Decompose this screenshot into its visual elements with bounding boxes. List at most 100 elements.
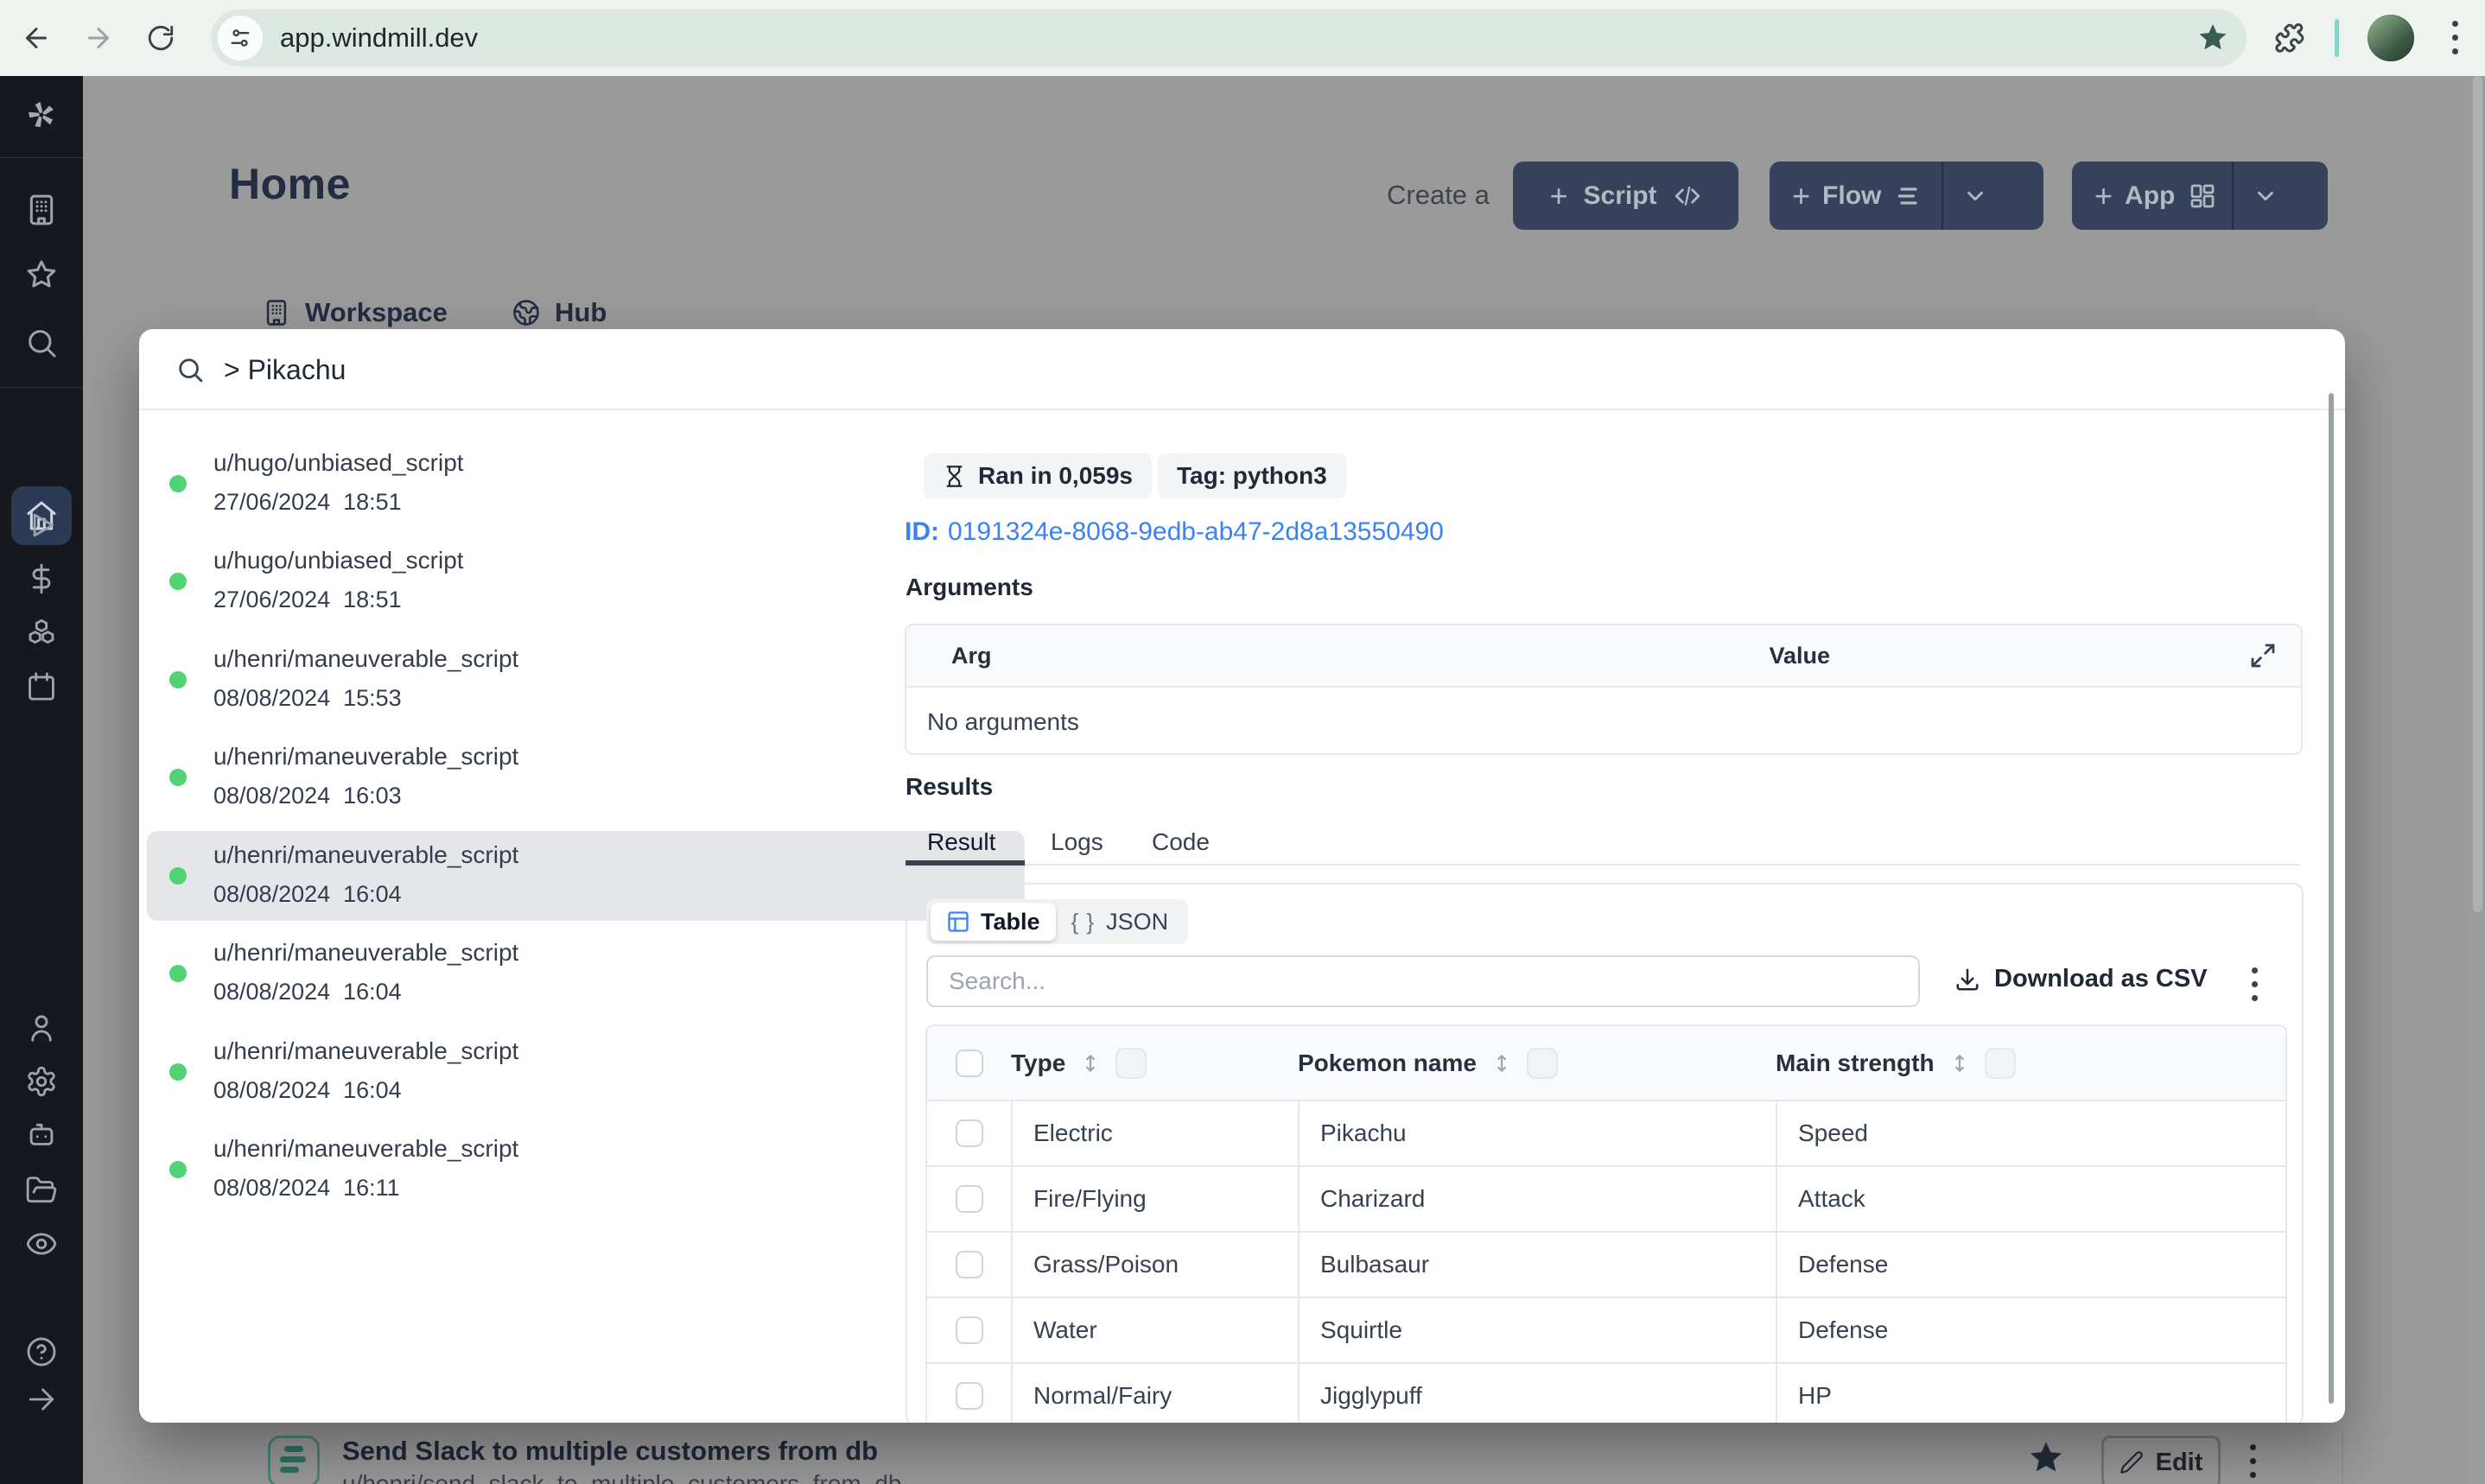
edit-button[interactable]: Edit (2101, 1436, 2221, 1484)
run-list-item[interactable]: u/henri/maneuverable_script 08/08/2024 1… (147, 635, 1025, 725)
sort-icon[interactable] (1490, 1052, 1513, 1075)
url-bar[interactable] (211, 10, 2247, 67)
cell-name: Charizard (1298, 1167, 1776, 1231)
table-row[interactable]: Electric Pikachu Speed (927, 1101, 2285, 1167)
run-list-item[interactable]: u/henri/maneuverable_script 08/08/2024 1… (147, 929, 1025, 1018)
sort-icon[interactable] (1079, 1052, 1102, 1075)
modal-scrollbar-thumb[interactable] (2329, 393, 2334, 1404)
sidebar-item-workers[interactable] (0, 1112, 83, 1160)
run-list-item[interactable]: u/hugo/unbiased_script 27/06/2024 18:51 (147, 439, 1025, 529)
column-filter-box[interactable] (1526, 1047, 1558, 1079)
cell-strength: HP (1776, 1364, 2285, 1423)
row-checkbox[interactable] (955, 1119, 983, 1147)
run-list-item[interactable]: u/hugo/unbiased_script 27/06/2024 18:51 (147, 536, 1025, 626)
type-column-header: Type (1011, 1049, 1066, 1076)
browser-forward-button[interactable] (74, 14, 123, 62)
run-date: 08/08/2024 15:53 (213, 685, 402, 711)
run-path: u/henri/maneuverable_script (213, 645, 519, 672)
tab-logs[interactable]: Logs (1051, 828, 1103, 856)
run-list-item[interactable]: u/henri/maneuverable_script 08/08/2024 1… (147, 1125, 1025, 1214)
run-list-item-selected[interactable]: u/henri/maneuverable_script 08/08/2024 1… (147, 831, 1025, 921)
sidebar-expand-button[interactable] (0, 1375, 83, 1424)
table-icon (948, 911, 969, 932)
sidebar-item-favorites[interactable] (0, 251, 83, 299)
building-icon (266, 300, 287, 326)
sidebar-item-workspace[interactable] (0, 186, 83, 234)
table-view-button[interactable]: Table (931, 903, 1056, 941)
row-checkbox[interactable] (955, 1382, 983, 1410)
active-tab-underline (906, 860, 1025, 866)
table-row[interactable]: Grass/Poison Bulbasaur Defense (927, 1233, 2285, 1298)
expand-button[interactable] (2249, 642, 2277, 669)
success-dot-icon (169, 671, 187, 688)
create-app-button[interactable]: + App (2072, 162, 2328, 230)
windmill-logo[interactable] (0, 91, 83, 139)
plus-icon: + (2094, 177, 2113, 213)
site-settings-button[interactable] (218, 16, 263, 60)
script-item-title[interactable]: Send Slack to multiple customers from db (342, 1436, 878, 1467)
star-filled-icon (2199, 24, 2227, 50)
sidebar-item-users[interactable] (0, 1004, 83, 1052)
success-dot-icon (169, 867, 187, 885)
tab-divider (906, 864, 2300, 866)
create-flow-label: Flow (1822, 181, 1882, 210)
bookmark-star-icon[interactable] (2196, 22, 2229, 54)
pokemon-table: Type Pokemon name Main strength Electric… (925, 1024, 2287, 1423)
url-input[interactable] (278, 22, 2196, 54)
result-menu-button[interactable] (2252, 967, 2258, 1001)
row-checkbox[interactable] (955, 1185, 983, 1213)
run-date: 08/08/2024 16:04 (213, 881, 402, 907)
create-flow-button[interactable]: + Flow (1770, 162, 2043, 230)
sidebar-item-resources[interactable] (0, 609, 83, 657)
sort-icon[interactable] (1948, 1052, 1971, 1075)
flow-dropdown-chevron[interactable] (1943, 162, 2006, 230)
extensions-button[interactable] (2266, 14, 2314, 62)
column-filter-box[interactable] (1984, 1047, 2016, 1079)
table-row[interactable]: Fire/Flying Charizard Attack (927, 1167, 2285, 1233)
sidebar-item-folders[interactable] (0, 1166, 83, 1214)
row-checkbox[interactable] (955, 1251, 983, 1278)
table-row[interactable]: Normal/Fairy Jigglypuff HP (927, 1364, 2285, 1423)
run-id-link[interactable]: ID: 0191324e-8068-9edb-ab47-2d8a13550490 (905, 517, 1444, 547)
browser-scrollbar-thumb[interactable] (2473, 76, 2482, 912)
app-dropdown-chevron[interactable] (2234, 162, 2297, 230)
browser-back-button[interactable] (12, 14, 60, 62)
tab-hub[interactable]: Hub (512, 297, 607, 328)
robot-icon (29, 1123, 54, 1145)
sidebar-item-schedules[interactable] (0, 663, 83, 711)
script-item-menu-button[interactable] (2250, 1444, 2256, 1478)
screen: Home Create a + Script + Flow + App Work… (0, 0, 2485, 1484)
create-script-button[interactable]: + Script (1513, 162, 1738, 230)
sidebar-item-search[interactable] (0, 319, 83, 367)
modal-search-input[interactable] (222, 348, 1435, 391)
sidebar-item-help[interactable] (0, 1328, 83, 1376)
select-all-checkbox[interactable] (955, 1049, 983, 1077)
profile-avatar[interactable] (2367, 15, 2414, 61)
run-list-item[interactable]: u/henri/maneuverable_script 08/08/2024 1… (147, 732, 1025, 822)
sidebar-item-runs[interactable] (0, 501, 83, 549)
favorite-star-icon[interactable] (2027, 1439, 2065, 1477)
row-checkbox[interactable] (955, 1316, 983, 1344)
download-csv-button[interactable]: Download as CSV (1954, 965, 2208, 993)
arguments-table-header: Arg Value (906, 625, 2301, 688)
download-icon (1956, 968, 1979, 990)
column-filter-box[interactable] (1115, 1047, 1147, 1079)
create-a-label: Create a (1387, 180, 1490, 210)
tab-code[interactable]: Code (1152, 828, 1210, 856)
result-search-input[interactable] (926, 955, 1920, 1007)
cell-type: Normal/Fairy (1011, 1364, 1298, 1423)
magnifier-icon (179, 358, 203, 383)
run-path: u/henri/maneuverable_script (213, 1037, 519, 1064)
sidebar-item-audit[interactable] (0, 1220, 83, 1268)
json-view-button[interactable]: { } JSON (1056, 903, 1185, 941)
sidebar-item-settings[interactable] (0, 1057, 83, 1106)
search-icon (29, 330, 56, 358)
table-row[interactable]: Water Squirtle Defense (927, 1298, 2285, 1364)
run-list-item[interactable]: u/henri/maneuverable_script 08/08/2024 1… (147, 1027, 1025, 1117)
tab-result[interactable]: Result (927, 828, 995, 856)
tab-workspace[interactable]: Workspace (262, 297, 448, 328)
sidebar-item-variables[interactable] (0, 555, 83, 603)
eye-icon (26, 1233, 57, 1255)
browser-reload-button[interactable] (137, 14, 185, 62)
browser-menu-button[interactable] (2452, 21, 2458, 54)
